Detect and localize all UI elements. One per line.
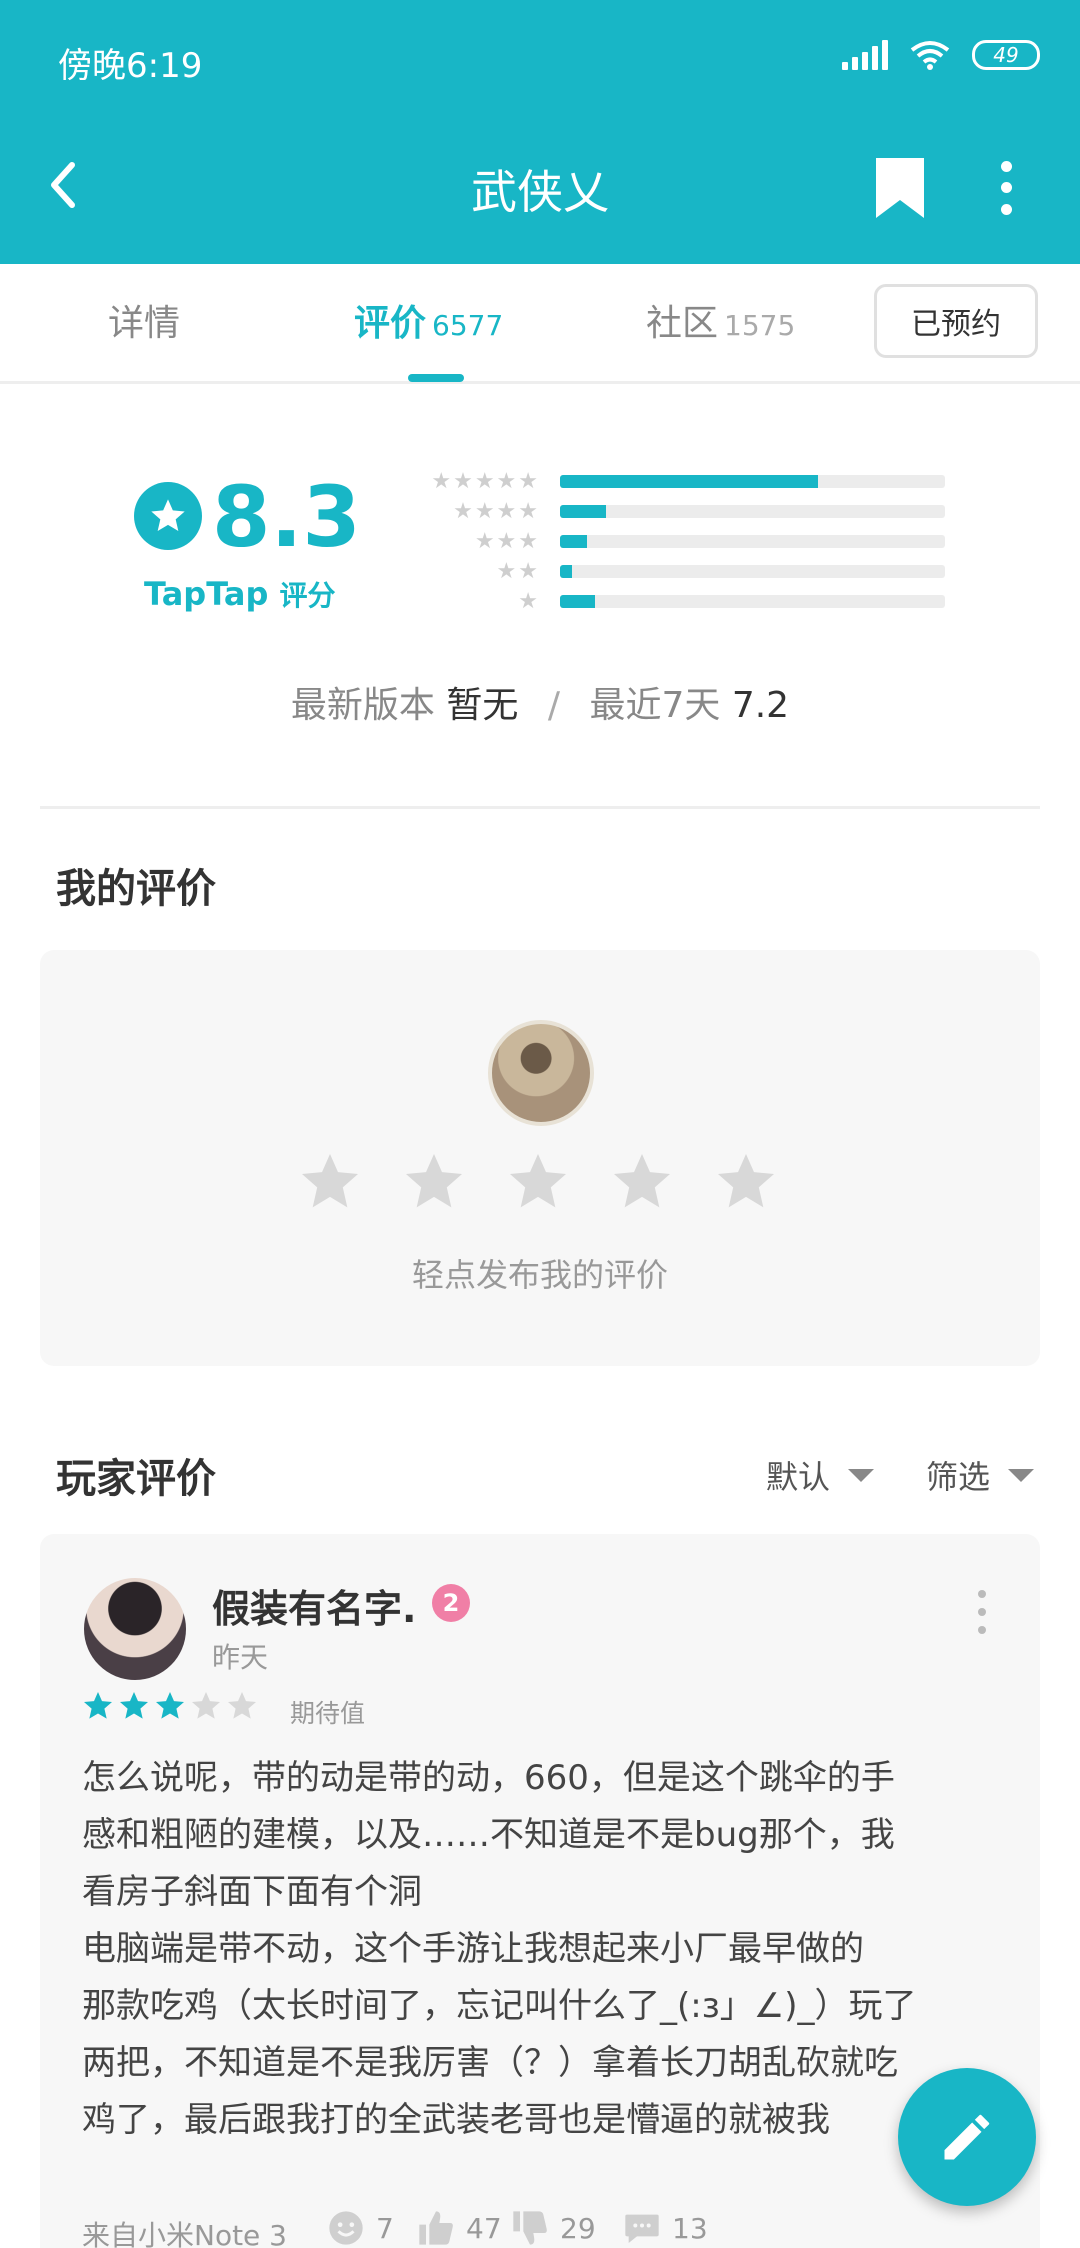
bookmark-icon[interactable] (870, 156, 930, 220)
review-line: 电脑端是带不动，这个手游让我想起来小厂最早做的 (82, 1929, 864, 1969)
distribution-track (560, 505, 945, 518)
battery-icon: 49 (972, 40, 1040, 70)
review-line: 看房子斜面下面有个洞 (82, 1872, 422, 1912)
wifi-icon (910, 41, 950, 70)
review-date: 昨天 (212, 1641, 269, 1674)
distribution-track (560, 565, 945, 578)
latest-version-value: 暂无 (446, 685, 519, 726)
distribution-track (560, 535, 945, 548)
like-button[interactable]: 47 (416, 2208, 502, 2248)
back-button[interactable] (38, 150, 88, 220)
review-body: 怎么说呢，带的动是带的动，660，但是这个跳伞的手 感和粗陋的建模，以及……不知… (82, 1750, 1022, 2149)
tab-details[interactable]: 详情 (108, 294, 180, 346)
distribution-stars-icon: ★★★★★ (431, 468, 540, 494)
comment-icon (625, 2214, 659, 2243)
review-line: 两把，不知道是不是我厉害（？）拿着长刀胡乱砍就吃 (82, 2043, 898, 2083)
thumbs-up-icon (419, 2211, 453, 2245)
distribution-row-3: ★★★ (420, 526, 945, 556)
distribution-fill (560, 565, 572, 578)
score-value: 8.3 (212, 468, 361, 566)
rate-star-2[interactable] (402, 1150, 466, 1214)
review-device: 来自小米Note 3 (82, 2219, 287, 2248)
app-bar: 傍晚6:19 49 武侠乂 (0, 0, 1080, 264)
level-badge: 2 (432, 1584, 470, 1622)
distribution-stars-icon: ★★★★ (453, 498, 540, 524)
avatar[interactable] (84, 1578, 186, 1680)
sort-dropdown[interactable]: 默认 (766, 1452, 875, 1498)
rate-star-4[interactable] (610, 1150, 674, 1214)
rate-star-3[interactable] (506, 1150, 570, 1214)
reviews-count: 6577 (432, 309, 504, 342)
distribution-track (560, 595, 945, 608)
review-line: 那款吃鸡（太长时间了，忘记叫什么了_(:з」∠)_）玩了 (82, 1986, 917, 2026)
star-icon (192, 1692, 220, 1719)
avatar (488, 1020, 594, 1126)
dislike-button[interactable]: 29 (510, 2208, 596, 2248)
review-line: 怎么说呢，带的动是带的动，660，但是这个跳伞的手 (82, 1758, 895, 1798)
distribution-row-1: ★ (420, 586, 945, 616)
distribution-stars-icon: ★★ (496, 558, 540, 584)
tab-reviews[interactable]: 评价 6577 (354, 294, 503, 346)
chevron-down-icon (1008, 1468, 1035, 1482)
star-icon (156, 1692, 184, 1719)
status-icons: 49 (842, 40, 1040, 70)
my-review-title: 我的评价 (56, 866, 216, 912)
recent-rating: 最新版本 暂无 / 最近7天 7.2 (290, 685, 790, 726)
player-reviews-title: 玩家评价 (56, 1456, 216, 1502)
distribution-fill (560, 535, 587, 548)
review-footer: 来自小米Note 3 7 47 29 13 (82, 2208, 1002, 2248)
write-review-button[interactable] (898, 2068, 1036, 2206)
review-line: 鸡了，最后跟我打的全武装老哥也是懵逼的就被我 (82, 2100, 830, 2140)
distribution-row-5: ★★★★★ (420, 466, 945, 496)
distribution-fill (560, 475, 818, 488)
active-tab-indicator (408, 374, 464, 382)
rate-hint: 轻点发布我的评价 (411, 1256, 668, 1294)
tab-bar: 详情 评价 6577 社区 1575 已预约 (0, 264, 1080, 384)
review-author[interactable]: 假装有名字. (212, 1578, 416, 1633)
reserved-button[interactable]: 已预约 (874, 284, 1038, 358)
divider (40, 806, 1040, 809)
smiley-icon (329, 2211, 363, 2245)
comment-button[interactable]: 13 (622, 2208, 708, 2248)
star-icon (120, 1692, 148, 1719)
chevron-down-icon (848, 1468, 875, 1482)
star-icon (84, 1692, 112, 1719)
score-label: TapTap 评分 (144, 574, 336, 614)
star-icon (134, 482, 202, 550)
signal-icon (842, 40, 888, 70)
community-count: 1575 (724, 309, 796, 342)
distribution-stars-icon: ★★★ (474, 528, 540, 554)
review-stars (82, 1690, 258, 1722)
score-label-text: 评分 (279, 579, 336, 612)
funny-button[interactable]: 7 (326, 2208, 394, 2248)
taptap-logo: TapTap (144, 575, 269, 613)
my-review-card[interactable]: 轻点发布我的评价 (40, 950, 1040, 1366)
review-tag: 期待值 (290, 1699, 366, 1728)
review-more-button[interactable] (972, 1590, 992, 1634)
filter-dropdown[interactable]: 筛选 (926, 1452, 1035, 1498)
rate-star-1[interactable] (298, 1150, 362, 1214)
thumbs-down-icon (513, 2211, 547, 2245)
rate-stars (298, 1150, 778, 1214)
tab-community[interactable]: 社区 1575 (646, 294, 795, 346)
distribution-row-4: ★★★★ (420, 496, 945, 526)
distribution-track (560, 475, 945, 488)
back-arrow-icon (51, 162, 75, 208)
star-icon (228, 1692, 256, 1719)
distribution-fill (560, 505, 607, 518)
review-line: 感和粗陋的建模，以及……不知道是不是bug那个，我 (82, 1815, 895, 1855)
rate-star-5[interactable] (714, 1150, 778, 1214)
more-options-button[interactable] (990, 156, 1022, 220)
status-time: 傍晚6:19 (58, 46, 203, 86)
pencil-icon (944, 2114, 990, 2160)
distribution-fill (560, 595, 595, 608)
recent-rating-value: 7.2 (731, 685, 790, 726)
distribution-row-2: ★★ (420, 556, 945, 586)
review-card[interactable]: 假装有名字. 2 昨天 期待值 怎么说呢，带的动是带的动，660，但是这个跳伞的… (40, 1534, 1040, 2248)
rating-distribution: ★★★★★ ★★★★ ★★★ ★★ ★ (420, 466, 945, 616)
distribution-stars-icon: ★ (518, 588, 540, 614)
